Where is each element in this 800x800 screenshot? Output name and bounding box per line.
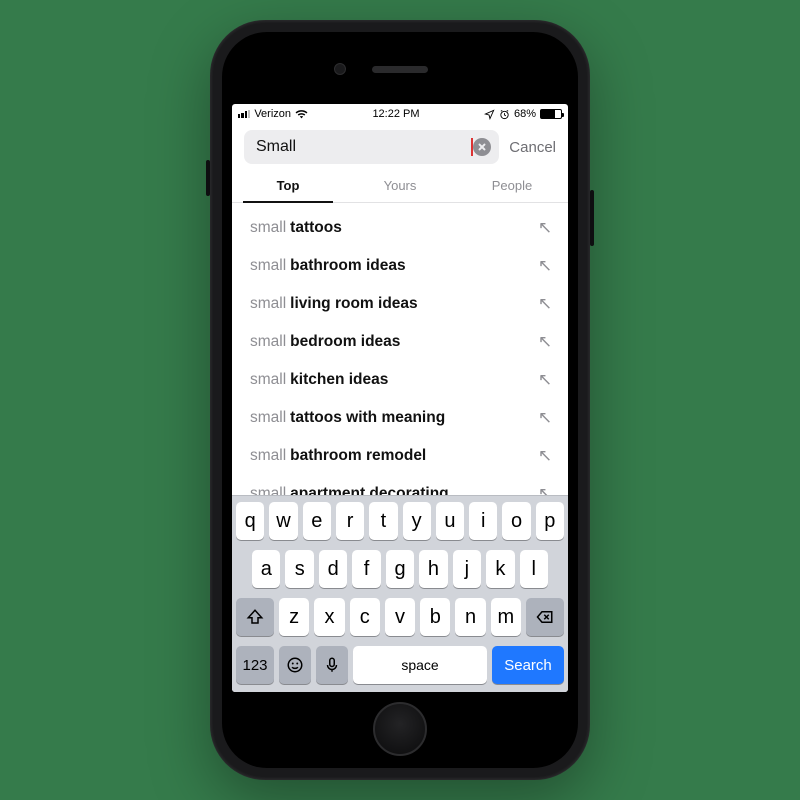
insert-icon[interactable]: ↗	[538, 332, 552, 352]
key-backspace[interactable]	[526, 598, 564, 636]
key-search[interactable]: Search	[492, 646, 564, 684]
key-b[interactable]: b	[420, 598, 450, 636]
phone-camera	[334, 63, 346, 75]
key-s[interactable]: s	[285, 550, 313, 588]
status-bar: Verizon 12:22 PM 68%	[232, 104, 568, 124]
phone-bezel: Verizon 12:22 PM 68% Small	[222, 32, 578, 768]
carrier-label: Verizon	[254, 108, 291, 120]
key-t[interactable]: t	[369, 502, 397, 540]
microphone-icon	[323, 656, 341, 674]
key-m[interactable]: m	[491, 598, 521, 636]
insert-icon[interactable]: ↗	[538, 484, 552, 495]
key-numbers[interactable]: 123	[236, 646, 274, 684]
list-item[interactable]: smallapartment decorating↗	[232, 475, 568, 495]
phone-speaker	[372, 66, 428, 73]
wifi-icon	[295, 109, 308, 119]
search-input[interactable]: Small	[244, 130, 499, 164]
key-e[interactable]: e	[303, 502, 331, 540]
insert-icon[interactable]: ↗	[538, 408, 552, 428]
key-i[interactable]: i	[469, 502, 497, 540]
key-r[interactable]: r	[336, 502, 364, 540]
phone-frame: Verizon 12:22 PM 68% Small	[210, 20, 590, 780]
insert-icon[interactable]: ↗	[538, 370, 552, 390]
status-left: Verizon	[238, 108, 308, 120]
signal-bars-icon	[238, 110, 250, 119]
key-dictation[interactable]	[316, 646, 348, 684]
insert-icon[interactable]: ↗	[538, 256, 552, 276]
key-f[interactable]: f	[352, 550, 380, 588]
key-j[interactable]: j	[453, 550, 481, 588]
search-input-text: Small	[256, 138, 470, 156]
cancel-button[interactable]: Cancel	[509, 139, 556, 156]
key-h[interactable]: h	[419, 550, 447, 588]
key-y[interactable]: y	[403, 502, 431, 540]
insert-icon[interactable]: ↗	[538, 218, 552, 238]
key-z[interactable]: z	[279, 598, 309, 636]
search-tabs: Top Yours People	[232, 170, 568, 203]
key-k[interactable]: k	[486, 550, 514, 588]
key-x[interactable]: x	[314, 598, 344, 636]
screen: Verizon 12:22 PM 68% Small	[232, 104, 568, 692]
key-shift[interactable]	[236, 598, 274, 636]
key-c[interactable]: c	[350, 598, 380, 636]
tab-top[interactable]: Top	[232, 170, 344, 202]
key-n[interactable]: n	[455, 598, 485, 636]
key-l[interactable]: l	[520, 550, 548, 588]
location-icon	[484, 109, 495, 120]
key-emoji[interactable]	[279, 646, 311, 684]
tab-people[interactable]: People	[456, 170, 568, 202]
battery-icon	[540, 109, 562, 119]
emoji-icon	[286, 656, 304, 674]
key-o[interactable]: o	[502, 502, 530, 540]
key-space[interactable]: space	[353, 646, 487, 684]
shift-icon	[246, 608, 264, 626]
list-item[interactable]: smallliving room ideas↗	[232, 285, 568, 323]
suggestions-list: smalltattoos↗ smallbathroom ideas↗ small…	[232, 203, 568, 495]
tab-yours[interactable]: Yours	[344, 170, 456, 202]
list-item[interactable]: smallbathroom ideas↗	[232, 247, 568, 285]
status-right: 68%	[484, 108, 562, 120]
clear-icon[interactable]	[473, 138, 491, 156]
alarm-icon	[499, 109, 510, 120]
list-item[interactable]: smallbedroom ideas↗	[232, 323, 568, 361]
list-item[interactable]: smallbathroom remodel↗	[232, 437, 568, 475]
list-item[interactable]: smallkitchen ideas↗	[232, 361, 568, 399]
key-q[interactable]: q	[236, 502, 264, 540]
home-button[interactable]	[373, 702, 427, 756]
key-w[interactable]: w	[269, 502, 297, 540]
key-p[interactable]: p	[536, 502, 564, 540]
insert-icon[interactable]: ↗	[538, 446, 552, 466]
insert-icon[interactable]: ↗	[538, 294, 552, 314]
key-d[interactable]: d	[319, 550, 347, 588]
status-time: 12:22 PM	[372, 108, 419, 120]
ios-keyboard: q w e r t y u i o p a s d f g h	[232, 495, 568, 692]
battery-pct: 68%	[514, 108, 536, 120]
key-u[interactable]: u	[436, 502, 464, 540]
backspace-icon	[536, 608, 554, 626]
key-a[interactable]: a	[252, 550, 280, 588]
list-item[interactable]: smalltattoos↗	[232, 209, 568, 247]
search-row: Small Cancel	[232, 124, 568, 170]
key-v[interactable]: v	[385, 598, 415, 636]
key-g[interactable]: g	[386, 550, 414, 588]
list-item[interactable]: smalltattoos with meaning↗	[232, 399, 568, 437]
